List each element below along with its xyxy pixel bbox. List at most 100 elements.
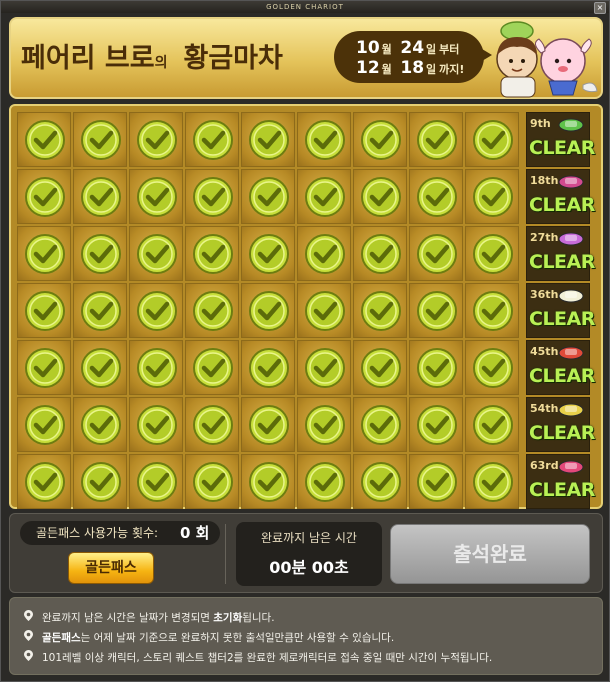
check-circle-icon (193, 120, 233, 160)
check-circle-icon (361, 291, 401, 331)
check-circle-icon (417, 177, 457, 217)
clear-reward-badge[interactable]: 36th CLEAR (526, 283, 595, 338)
attendance-cell (465, 283, 519, 338)
clear-label: CLEAR (529, 365, 595, 387)
attendance-cell (353, 340, 407, 395)
clear-reward-badge[interactable]: 9th CLEAR (526, 112, 595, 167)
attendance-cell (297, 397, 351, 452)
check-circle-icon (193, 291, 233, 331)
reward-item-icon (555, 343, 585, 361)
attendance-cell (409, 169, 463, 224)
event-date-box: 10 월 24 일 부터 12 월 18 일 까지! (334, 31, 492, 83)
golden-chariot-window: GOLDEN CHARIOT × 페어리 브로의 황금마차 10 월 24 일 부터 1… (0, 0, 610, 682)
window-title: GOLDEN CHARIOT (266, 3, 344, 11)
clear-reward-badge[interactable]: 45th CLEAR (526, 340, 595, 395)
check-circle-icon (249, 405, 289, 445)
attendance-cell (185, 112, 239, 167)
reward-item-icon (555, 172, 585, 190)
attendance-cell (409, 340, 463, 395)
attendance-cell (409, 226, 463, 281)
attendance-cell (297, 283, 351, 338)
note-1: 완료까지 남은 시간은 날짜가 변경되면 초기화됩니다. (24, 610, 275, 625)
clear-reward-badge[interactable]: 63rd CLEAR (526, 454, 595, 509)
attendance-complete-button[interactable]: 출석완료 (390, 524, 590, 584)
check-circle-icon (305, 348, 345, 388)
clear-label: CLEAR (529, 137, 595, 159)
reward-day-label: 9th (530, 117, 551, 130)
check-circle-icon (417, 462, 457, 502)
check-circle-icon (417, 405, 457, 445)
attendance-cell (17, 340, 71, 395)
golden-pass-count: 골든패스 사용가능 횟수: 0 회 (20, 521, 220, 545)
attendance-cell (17, 169, 71, 224)
clear-label: CLEAR (529, 479, 595, 501)
location-pin-icon (24, 610, 34, 624)
check-circle-icon (137, 177, 177, 217)
attendance-cell (465, 454, 519, 509)
attendance-cell (353, 397, 407, 452)
remaining-time-value: 00분 00초 (269, 558, 349, 577)
golden-pass-button[interactable]: 골든패스 (68, 552, 154, 584)
attendance-cell (297, 112, 351, 167)
attendance-cell (241, 283, 295, 338)
close-button[interactable]: × (594, 2, 606, 14)
check-circle-icon (473, 234, 513, 274)
attendance-cell (353, 169, 407, 224)
attendance-cell (185, 169, 239, 224)
attendance-cell (185, 283, 239, 338)
attendance-cell (409, 112, 463, 167)
title-bar[interactable]: GOLDEN CHARIOT × (1, 1, 609, 14)
check-circle-icon (361, 177, 401, 217)
clear-reward-badge[interactable]: 27th CLEAR (526, 226, 595, 281)
check-circle-icon (81, 120, 121, 160)
attendance-cell (297, 454, 351, 509)
check-circle-icon (25, 120, 65, 160)
check-circle-icon (361, 462, 401, 502)
attendance-cell (409, 397, 463, 452)
attendance-cell (129, 112, 183, 167)
start-day: 24 (400, 38, 425, 58)
check-circle-icon (249, 177, 289, 217)
check-circle-icon (81, 348, 121, 388)
remaining-time-caption: 완료까지 남은 시간 (261, 531, 357, 545)
location-pin-icon (24, 630, 34, 644)
check-circle-icon (473, 405, 513, 445)
attendance-cell (353, 226, 407, 281)
day-unit: 일 (426, 63, 437, 76)
end-day: 18 (400, 58, 425, 78)
reward-item-icon (555, 400, 585, 418)
clear-reward-badge[interactable]: 18th CLEAR (526, 169, 595, 224)
attendance-cell (241, 397, 295, 452)
check-circle-icon (473, 348, 513, 388)
attendance-cell (409, 283, 463, 338)
check-circle-icon (137, 348, 177, 388)
notes-panel: 완료까지 남은 시간은 날짜가 변경되면 초기화됩니다. 골든패스는 어제 날짜… (9, 597, 603, 675)
reward-item-icon (555, 115, 585, 133)
attendance-cell (465, 340, 519, 395)
check-circle-icon (473, 120, 513, 160)
event-title: 페어리 브로의 황금마차 (21, 36, 283, 76)
check-circle-icon (305, 462, 345, 502)
attendance-cell (241, 454, 295, 509)
month-unit: 월 (381, 63, 392, 76)
check-circle-icon (417, 348, 457, 388)
attendance-cell (129, 226, 183, 281)
check-circle-icon (193, 234, 233, 274)
golden-pass-count-value: 0 회 (180, 524, 210, 542)
attendance-cell (129, 169, 183, 224)
check-circle-icon (81, 462, 121, 502)
attendance-cell (73, 169, 127, 224)
note-text: 는 어제 날짜 기준으로 완료하지 못한 출석일만큼만 사용할 수 있습니다. (80, 632, 395, 644)
check-circle-icon (417, 120, 457, 160)
note-3: 101레벨 이상 캐릭터, 스토리 퀘스트 챕터2를 완료한 제로캐릭터로 접속… (24, 650, 492, 665)
check-circle-icon (25, 348, 65, 388)
attendance-cell (185, 397, 239, 452)
note-bold: 초기화 (213, 612, 243, 624)
check-circle-icon (137, 405, 177, 445)
check-circle-icon (193, 177, 233, 217)
clear-reward-badge[interactable]: 54th CLEAR (526, 397, 595, 452)
check-circle-icon (361, 120, 401, 160)
check-circle-icon (473, 462, 513, 502)
event-title-particle: 의 (154, 55, 168, 71)
attendance-cell (465, 226, 519, 281)
